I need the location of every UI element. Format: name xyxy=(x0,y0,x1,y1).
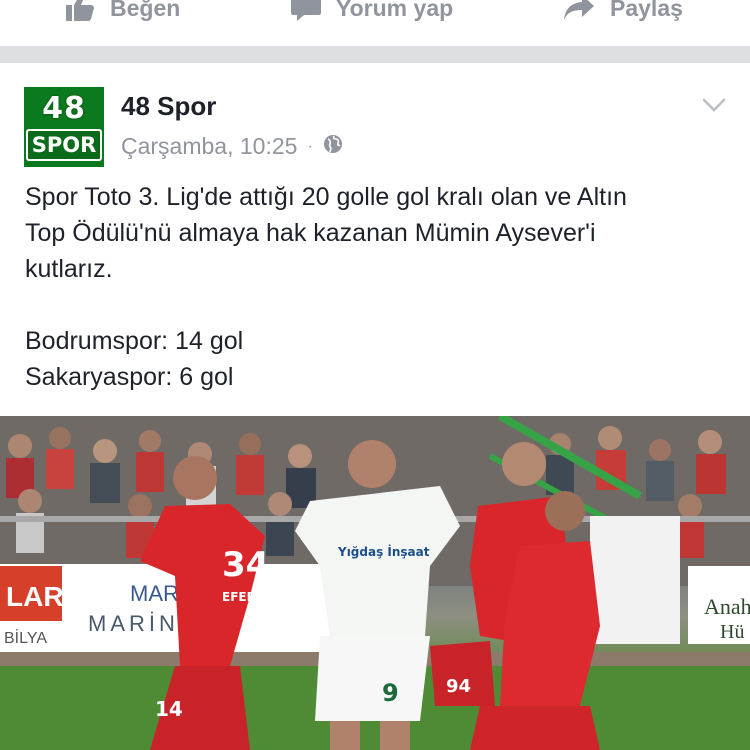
shorts-number: 94 xyxy=(446,676,471,697)
post-photo[interactable]: LAR BİLYA MARİ MARİNA Anah Hü 34 EFEBERK… xyxy=(0,416,750,750)
page-name[interactable]: 48 Spor xyxy=(121,91,216,122)
share-arrow-icon xyxy=(562,0,596,23)
post-meta: Çarşamba, 10:25 · xyxy=(121,133,343,160)
post-stat-line: Sakaryaspor: 6 gol xyxy=(25,363,234,391)
comment-icon xyxy=(290,0,322,23)
share-button[interactable]: Paylaş xyxy=(562,0,683,26)
feed-divider xyxy=(0,46,750,63)
post-timestamp[interactable]: Çarşamba, 10:25 xyxy=(121,133,297,160)
avatar-word: SPOR xyxy=(26,129,102,161)
share-label: Paylaş xyxy=(610,0,683,21)
jersey-number: 34 xyxy=(222,545,269,585)
post-message: Spor Toto 3. Lig'de attığı 20 golle gol … xyxy=(25,179,730,395)
match-photo-illustration: LAR BİLYA MARİ MARİNA Anah Hü 34 EFEBERK… xyxy=(0,416,750,750)
meta-separator: · xyxy=(307,137,313,155)
like-button[interactable]: Beğen xyxy=(64,0,180,26)
like-label: Beğen xyxy=(110,0,181,21)
globe-icon[interactable] xyxy=(323,133,343,160)
thumbs-up-icon xyxy=(64,0,96,23)
comment-label: Yorum yap xyxy=(336,0,454,21)
shorts-number: 14 xyxy=(155,697,183,721)
post-text-line: kutlarız. xyxy=(25,255,113,283)
post-stat-line: Bodrumspor: 14 gol xyxy=(25,327,244,355)
jersey-name: EFEBERK xyxy=(222,590,283,604)
banner-text: Anah xyxy=(704,594,750,619)
post-card: 48 SPOR 48 Spor Çarşamba, 10:25 · Spor T… xyxy=(0,63,750,750)
avatar-number: 48 xyxy=(42,91,86,126)
banner-text: BİLYA xyxy=(4,628,47,647)
post-text-line: Top Ödülü'nü almaya hak kazanan Mümin Ay… xyxy=(25,219,596,247)
shorts-number: 9 xyxy=(382,679,399,707)
banner-text: Hü xyxy=(720,621,744,643)
jersey-sponsor: Yığdaş İnşaat xyxy=(337,544,430,559)
post-action-bar: Beğen Yorum yap Paylaş xyxy=(0,0,750,46)
banner-text: LAR xyxy=(6,581,64,612)
post-text-line: Spor Toto 3. Lig'de attığı 20 golle gol … xyxy=(25,183,627,211)
chevron-down-icon[interactable] xyxy=(700,95,728,115)
page-avatar[interactable]: 48 SPOR xyxy=(24,87,104,167)
comment-button[interactable]: Yorum yap xyxy=(290,0,453,26)
